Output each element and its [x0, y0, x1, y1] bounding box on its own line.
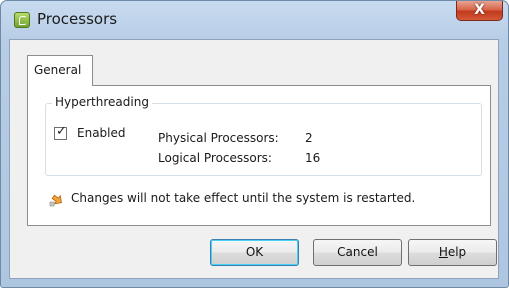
help-mnemonic: H: [438, 245, 448, 259]
check-mark-icon: ✓: [56, 124, 67, 139]
logical-processors-label: Logical Processors:: [158, 151, 272, 165]
physical-processors-value: 2: [305, 131, 313, 145]
close-button[interactable]: X: [456, 1, 503, 21]
restart-notice: Changes will not take effect until the s…: [71, 191, 416, 205]
physical-processors-label: Physical Processors:: [158, 131, 279, 145]
help-label-rest: elp: [447, 245, 467, 259]
warning-arrow-icon: [49, 194, 62, 207]
app-icon: [14, 12, 30, 28]
ok-button[interactable]: OK: [210, 239, 299, 266]
cancel-button[interactable]: Cancel: [313, 239, 402, 266]
logical-processors-value: 16: [305, 151, 321, 165]
help-button[interactable]: Help: [408, 239, 497, 266]
window-title: Processors: [37, 10, 118, 28]
enabled-checkbox[interactable]: ✓: [54, 124, 67, 140]
hyperthreading-group-label: Hyperthreading: [52, 95, 152, 109]
title-bar[interactable]: Processors X: [1, 1, 508, 39]
tab-general[interactable]: General: [27, 55, 93, 86]
enabled-checkbox-label[interactable]: Enabled: [77, 126, 126, 140]
